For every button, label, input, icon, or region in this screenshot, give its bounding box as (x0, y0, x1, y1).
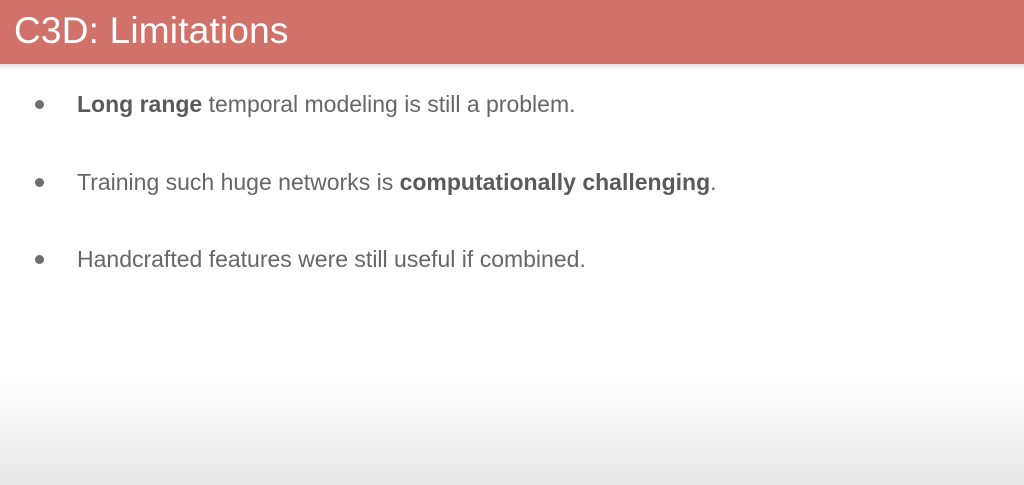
bullet-text-before: Handcrafted features were still useful i… (77, 246, 586, 272)
bullet-text-after: temporal modeling is still a problem. (202, 91, 576, 117)
slide: C3D: Limitations Long range temporal mod… (0, 0, 1024, 485)
bullet-dot-icon (35, 100, 44, 109)
bullet-dot-icon (35, 178, 44, 187)
bullet-text: Long range temporal modeling is still a … (77, 89, 576, 119)
bullet-item: Long range temporal modeling is still a … (0, 84, 980, 124)
bullet-item: Training such huge networks is computati… (0, 162, 980, 202)
bullet-text-before: Training such huge networks is (77, 169, 400, 195)
bullet-item: Handcrafted features were still useful i… (0, 239, 980, 279)
bullet-text: Training such huge networks is computati… (77, 167, 717, 197)
bullet-text-after: . (710, 169, 717, 195)
title-bar: C3D: Limitations (0, 0, 1024, 70)
bullet-bold-text: Long range (77, 91, 203, 117)
bullet-bold-text: computationally challenging (399, 169, 711, 195)
slide-title: C3D: Limitations (14, 10, 289, 51)
bullet-text: Handcrafted features were still useful i… (77, 244, 586, 274)
bullet-dot-icon (35, 255, 44, 264)
